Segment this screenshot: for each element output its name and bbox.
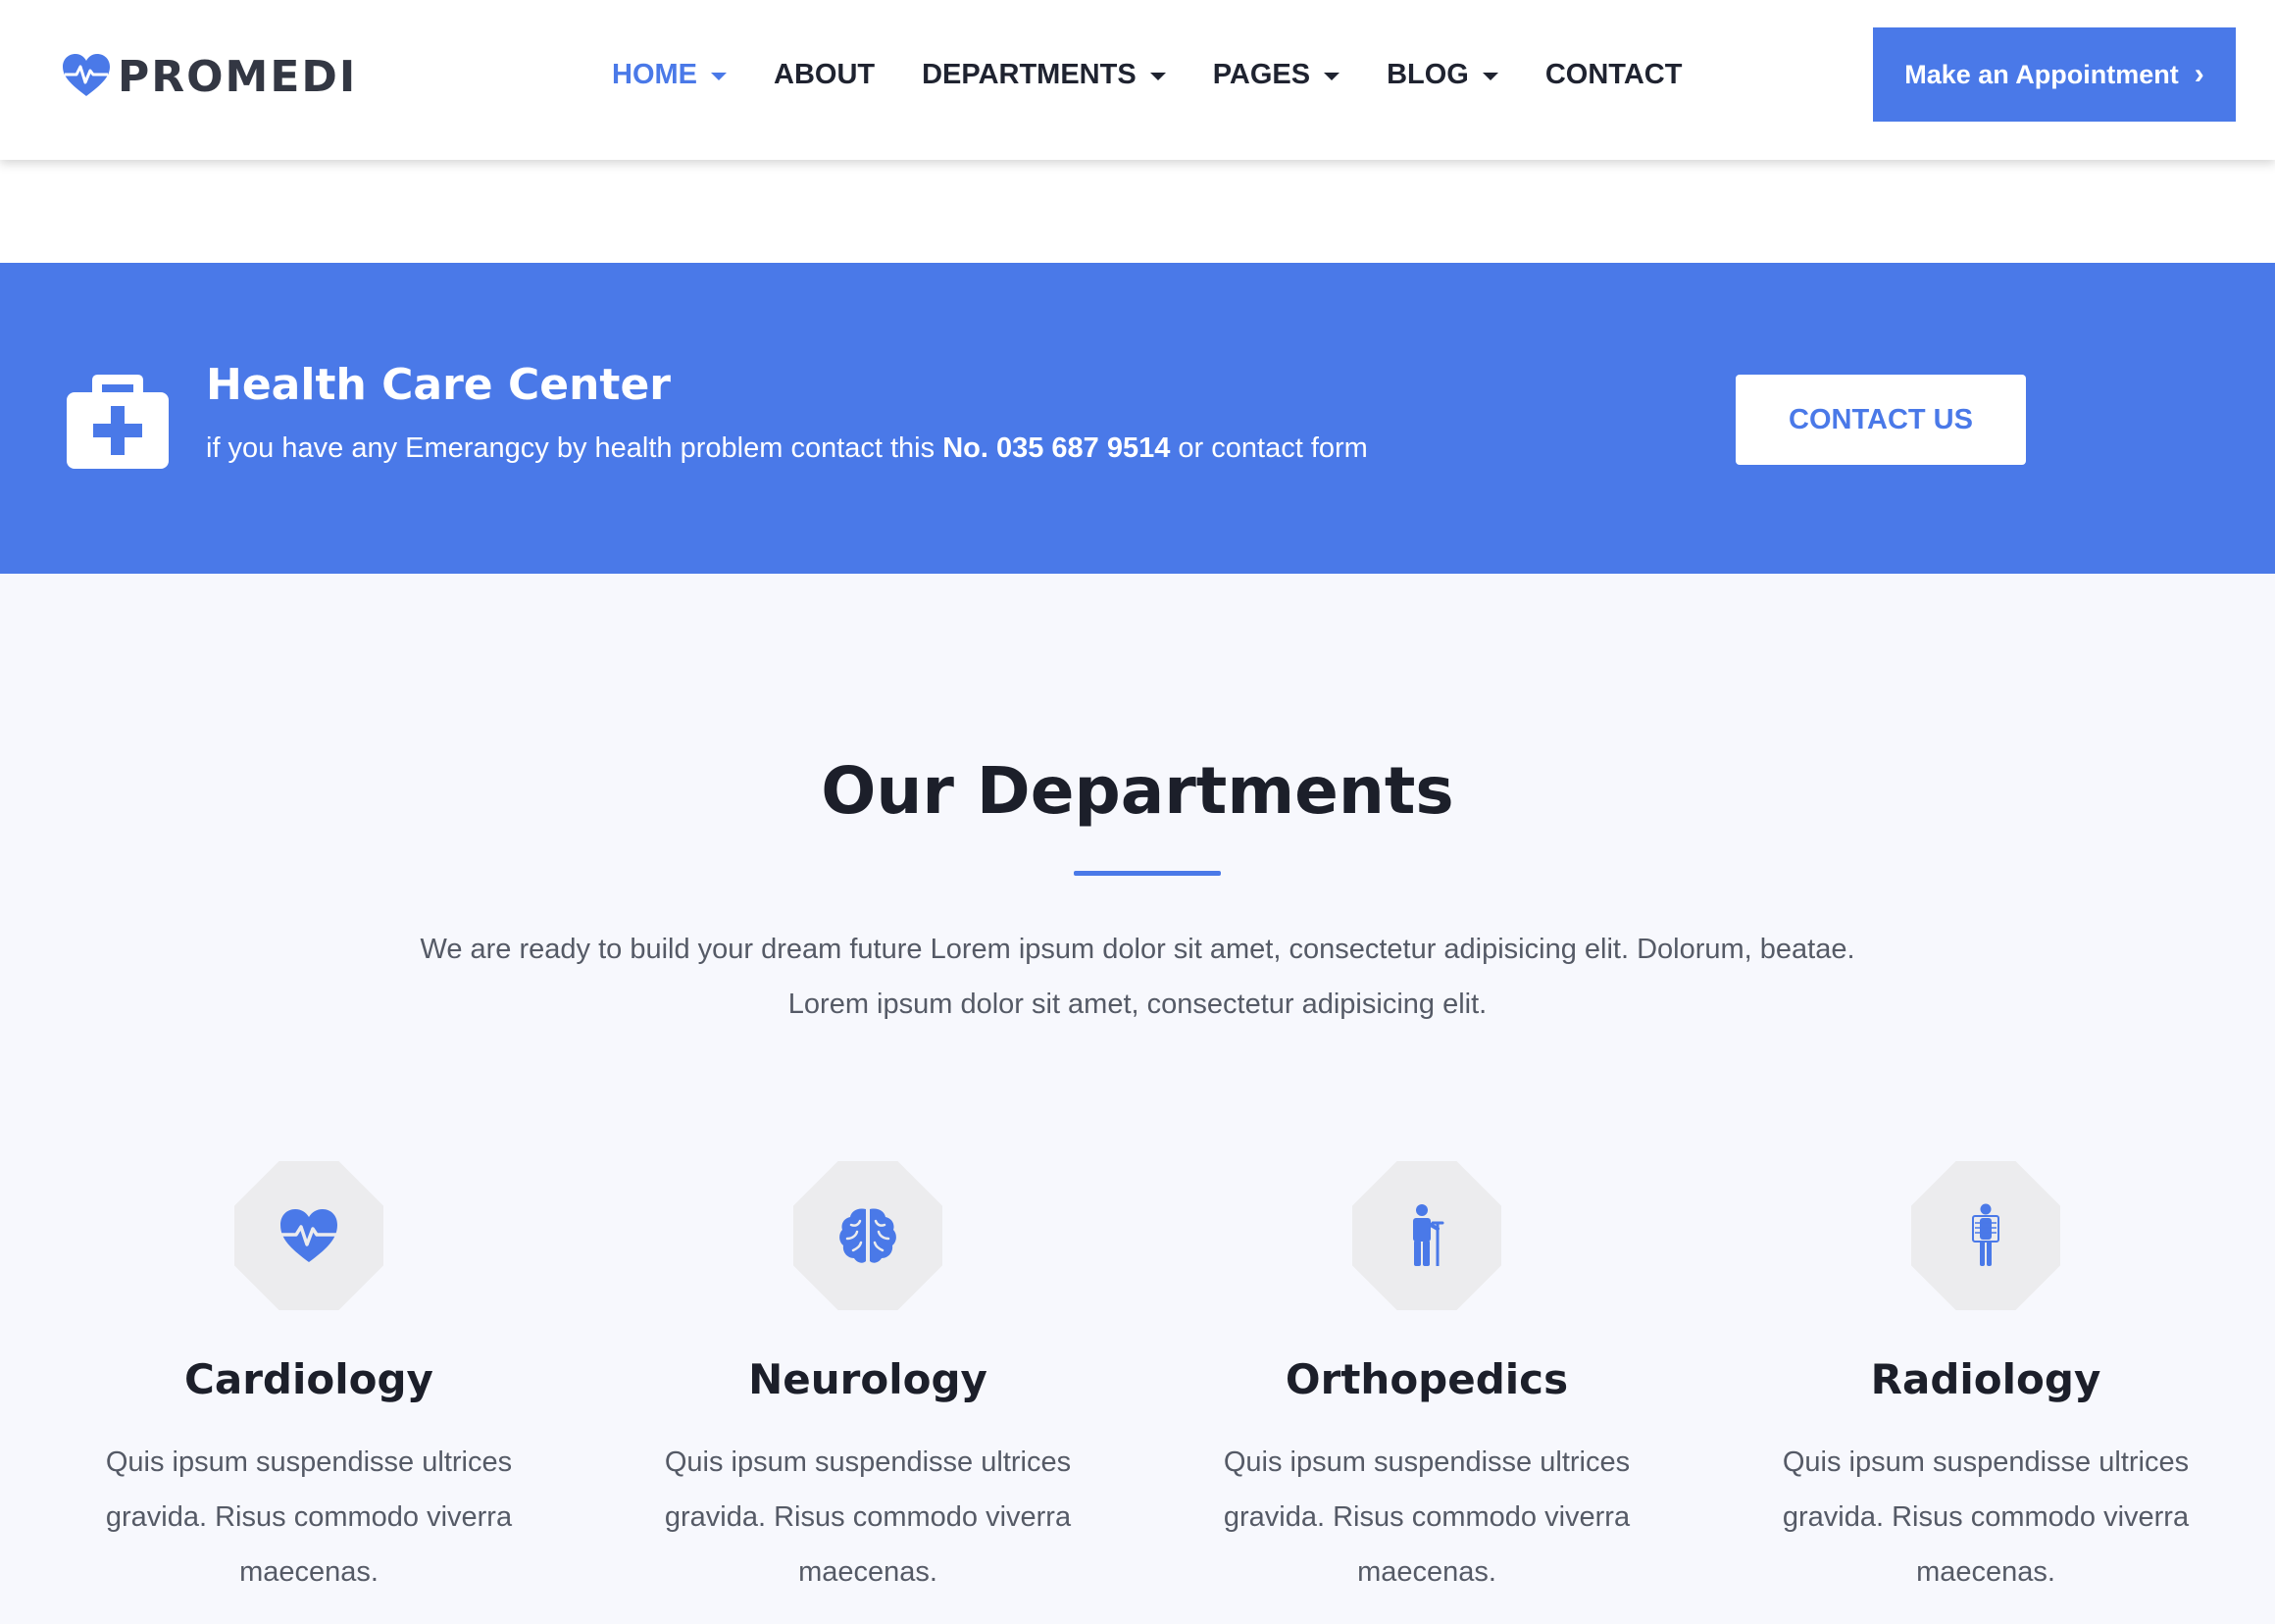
department-card-radiology[interactable]: Radiology Quis ipsum suspendisse ultrice…	[1780, 1161, 2192, 1599]
site-header: PROMEDI HOME ABOUT DEPARTMENTS PAGES BLO…	[0, 0, 2275, 160]
department-description: Quis ipsum suspendisse ultrices gravida.…	[664, 1446, 1072, 1588]
appointment-button-label: Make an Appointment	[1904, 59, 2179, 89]
department-name: Cardiology	[184, 1355, 433, 1403]
nav-item-contact[interactable]: CONTACT	[1545, 59, 1683, 91]
nav-item-home[interactable]: HOME	[612, 59, 727, 91]
heart-pulse-icon	[280, 1209, 337, 1262]
nav-item-label: PAGES	[1212, 58, 1311, 90]
caret-down-icon	[1149, 72, 1166, 80]
banner-phone: No. 035 687 9514	[942, 432, 1171, 464]
banner-title: Health Care Center	[206, 360, 671, 410]
first-aid-kit-icon	[65, 369, 171, 471]
department-name: Neurology	[748, 1355, 987, 1403]
section-title: Our Departments	[821, 753, 1454, 829]
banner-text-after: or contact form	[1170, 432, 1368, 464]
department-card-cardiology[interactable]: Cardiology Quis ipsum suspendisse ultric…	[103, 1161, 515, 1599]
banner-text: if you have any Emerangcy by health prob…	[206, 432, 1368, 465]
caret-down-icon	[1482, 72, 1498, 80]
banner-text-before: if you have any Emerangcy by health prob…	[206, 432, 943, 464]
icon-badge	[793, 1161, 942, 1310]
title-underline	[1074, 871, 1221, 876]
nav-item-label: DEPARTMENTS	[922, 58, 1137, 90]
nav-item-blog[interactable]: BLOG	[1387, 59, 1498, 91]
nav-item-pages[interactable]: PAGES	[1213, 59, 1340, 91]
nav-item-label: ABOUT	[774, 58, 876, 90]
department-name: Orthopedics	[1285, 1355, 1569, 1403]
department-description: Quis ipsum suspendisse ultrices gravida.…	[1782, 1446, 2190, 1588]
caret-down-icon	[1324, 72, 1340, 80]
icon-badge	[234, 1161, 383, 1310]
department-card-neurology[interactable]: Neurology Quis ipsum suspendisse ultrice…	[662, 1161, 1074, 1599]
icon-badge	[1352, 1161, 1501, 1310]
nav-item-label: CONTACT	[1544, 58, 1683, 90]
department-card-orthopedics[interactable]: Orthopedics Quis ipsum suspendisse ultri…	[1221, 1161, 1633, 1599]
department-description: Quis ipsum suspendisse ultrices gravida.…	[105, 1446, 513, 1588]
nav-item-about[interactable]: ABOUT	[774, 59, 875, 91]
chevron-right-icon: ›	[2194, 58, 2204, 90]
main-nav: HOME ABOUT DEPARTMENTS PAGES BLOG CONTAC…	[612, 49, 1729, 100]
icon-badge	[1911, 1161, 2060, 1310]
nav-item-departments[interactable]: DEPARTMENTS	[922, 59, 1166, 91]
contact-us-label: CONTACT US	[1789, 403, 1973, 435]
nav-item-label: HOME	[612, 58, 697, 90]
department-description: Quis ipsum suspendisse ultrices gravida.…	[1223, 1446, 1631, 1588]
nav-item-label: BLOG	[1387, 58, 1469, 90]
person-crutch-icon	[1413, 1204, 1444, 1266]
brain-icon	[839, 1208, 896, 1263]
header-spacer	[0, 160, 2275, 263]
logo[interactable]: PROMEDI	[61, 51, 357, 102]
heart-logo-icon	[61, 51, 112, 102]
xray-person-icon	[1972, 1203, 1999, 1266]
section-description: We are ready to build your dream future …	[420, 934, 1855, 1020]
department-name: Radiology	[1870, 1355, 2101, 1403]
make-appointment-button[interactable]: Make an Appointment ›	[1873, 27, 2236, 122]
caret-down-icon	[711, 72, 727, 80]
contact-us-button[interactable]: CONTACT US	[1736, 375, 2026, 465]
logo-text: PROMEDI	[118, 51, 358, 102]
